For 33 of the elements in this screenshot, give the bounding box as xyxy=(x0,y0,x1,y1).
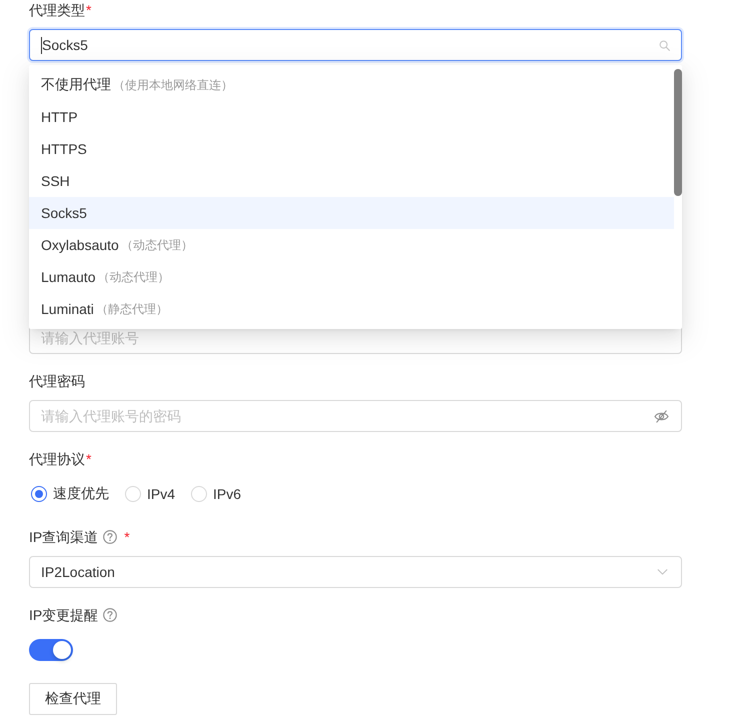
password-input[interactable]: 请输入代理账号的密码 xyxy=(41,406,646,426)
scrollbar-thumb[interactable] xyxy=(674,69,682,196)
dropdown-option[interactable]: Socks5 xyxy=(29,197,674,229)
dropdown-option[interactable]: SSH xyxy=(29,165,674,197)
field-label: 代理类型 xyxy=(29,1,85,20)
dropdown-option[interactable]: HTTPS xyxy=(29,133,674,165)
eye-slash-icon[interactable] xyxy=(654,410,669,422)
required-mark: * xyxy=(124,528,130,547)
radio-option[interactable]: 速度优先 xyxy=(31,485,109,503)
text-cursor-icon xyxy=(41,36,42,54)
help-icon[interactable] xyxy=(103,608,118,622)
check-proxy-button[interactable]: 检查代理 xyxy=(29,683,117,715)
dropdown-option[interactable]: Luminati（静态代理） xyxy=(29,293,674,325)
radio-icon[interactable] xyxy=(31,486,47,502)
down-chevron-icon[interactable] xyxy=(657,569,668,575)
ip-channel-select[interactable]: IP2Location xyxy=(29,556,682,588)
dropdown-option[interactable]: Lumauto（动态代理） xyxy=(29,261,674,293)
required-mark: * xyxy=(86,1,92,20)
field-label: 代理协议 xyxy=(29,450,85,469)
dropdown-option[interactable]: Oxylabsauto（动态代理） xyxy=(29,229,674,261)
field-label: IP变更提醒 xyxy=(29,606,98,625)
dropdown-option[interactable]: 不使用代理（使用本地网络直连） xyxy=(29,69,674,101)
search-icon[interactable] xyxy=(659,40,670,50)
password-field[interactable]: 请输入代理账号的密码 xyxy=(29,400,682,432)
proxy-type-search-field[interactable]: Socks5 xyxy=(29,29,682,61)
dropdown-option[interactable]: HTTP xyxy=(29,101,674,133)
radio-option[interactable]: IPv6 xyxy=(191,486,242,502)
radio-option[interactable]: IPv4 xyxy=(125,486,176,502)
field-label: 代理密码 xyxy=(29,372,85,391)
toggle-switch[interactable] xyxy=(29,639,73,661)
required-mark: * xyxy=(86,450,92,469)
help-icon[interactable] xyxy=(103,530,118,544)
field-label: IP查询渠道 xyxy=(29,528,98,547)
